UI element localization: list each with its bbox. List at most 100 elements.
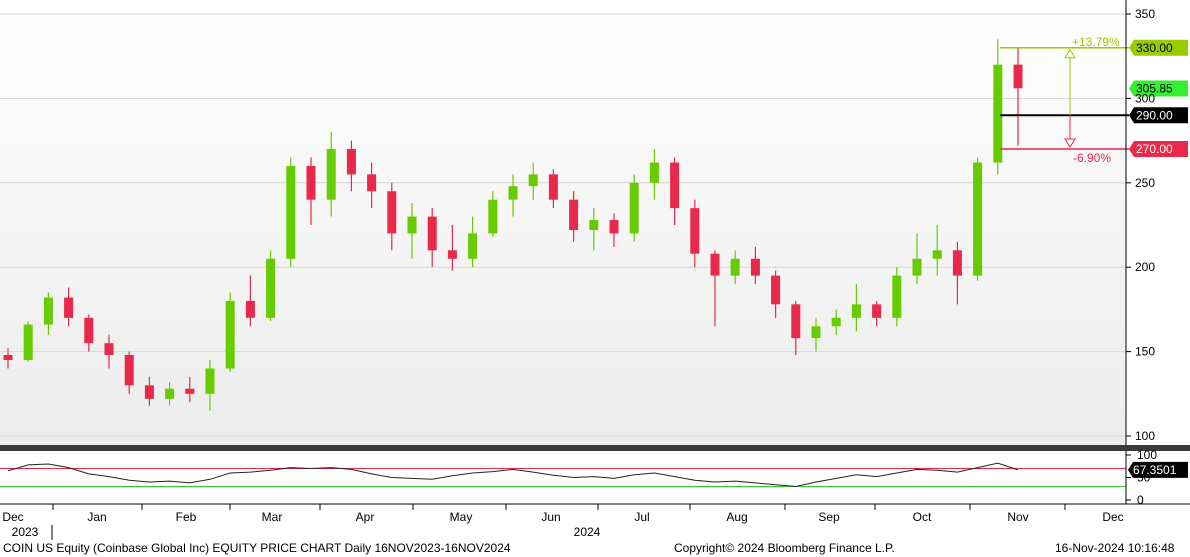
x-month-label-Feb: Feb	[176, 510, 197, 524]
candle-body	[144, 385, 154, 399]
candle-body	[730, 258, 740, 276]
candle-body	[488, 199, 498, 234]
candle-body	[872, 304, 882, 318]
candle-body	[791, 304, 801, 339]
y-tick-label-350: 350	[1135, 7, 1155, 21]
candle-body	[165, 388, 175, 399]
candle-body	[64, 297, 74, 318]
candle-body	[690, 208, 700, 254]
candle-body	[831, 317, 841, 327]
candle-body	[84, 317, 94, 344]
candle-body	[771, 275, 781, 305]
candle-body	[225, 300, 235, 369]
annotation-down-percent: -6.90%	[1073, 151, 1111, 165]
candle-body	[892, 275, 902, 318]
y-tick-label-150: 150	[1135, 345, 1155, 359]
candle-body	[286, 165, 296, 259]
candle	[973, 157, 983, 281]
y-tick-label-250: 250	[1135, 176, 1155, 190]
x-month-label-Mar: Mar	[262, 510, 283, 524]
y-tick-label-300: 300	[1135, 91, 1155, 105]
x-month-label-Nov: Nov	[1007, 510, 1028, 524]
candle-body	[528, 174, 538, 187]
candle-body	[326, 149, 336, 200]
candle-body	[670, 162, 680, 209]
level-label-290.00: 290.00	[1129, 107, 1188, 124]
candle-body	[266, 258, 276, 318]
candle-body	[548, 174, 558, 200]
candle	[892, 267, 902, 327]
y-tick-label-200: 200	[1135, 260, 1155, 274]
candle-body	[912, 258, 922, 276]
candle-body	[851, 304, 861, 318]
candle-body	[306, 165, 316, 200]
candle-body	[750, 258, 760, 276]
price-axis: 100 150 200 250 300 350	[1125, 0, 1155, 446]
x-month-label-Jun: Jun	[541, 510, 560, 524]
x-month-label-Apr: Apr	[356, 510, 375, 524]
candle-body	[185, 388, 195, 394]
candle-body	[387, 191, 397, 234]
candlestick-chart: 330.00305.85290.00270.00 +13.79%-6.90% 1…	[0, 0, 1190, 540]
x-month-label-Dec: Dec	[1102, 510, 1123, 524]
candle-body	[468, 233, 478, 259]
candle	[286, 157, 296, 268]
candle-body	[569, 199, 579, 231]
candle-body	[3, 354, 13, 361]
rsi-plot-background	[0, 451, 1126, 504]
candle-body	[609, 219, 619, 234]
annotation-up-percent: +13.79%	[1072, 35, 1120, 49]
footer-center: Copyright© 2024 Bloomberg Finance L.P.	[674, 541, 895, 555]
x-month-label-Jan: Jan	[87, 510, 106, 524]
footer: COIN US Equity (Coinbase Global Inc) EQU…	[0, 540, 1190, 557]
level-label-330.00: 330.00	[1129, 39, 1188, 56]
main-plot-background	[0, 0, 1126, 446]
candle-body	[952, 250, 962, 276]
level-label-text: 290.00	[1136, 108, 1173, 122]
candle	[629, 174, 639, 242]
candle-body	[649, 162, 659, 183]
candle-body	[205, 368, 215, 394]
candle-body	[23, 324, 33, 361]
candle	[266, 250, 276, 322]
rsi-tick-label-100: 100	[1137, 448, 1157, 462]
candle-body	[427, 216, 437, 251]
level-label-text: 330.00	[1136, 41, 1173, 55]
rsi-current-label: 67.3501	[1128, 461, 1188, 478]
candle-body	[589, 219, 599, 231]
candle	[23, 321, 33, 362]
candle-body	[973, 162, 983, 276]
candle-body	[629, 182, 639, 234]
rsi-tick-label-0: 0	[1137, 493, 1144, 507]
candle-body	[932, 250, 942, 259]
footer-right: 16-Nov-2024 10:16:48	[1055, 541, 1175, 555]
candle-body	[1013, 64, 1023, 89]
candle-body	[993, 64, 1003, 163]
x-year-label-2023: 2023	[12, 525, 39, 539]
candle-body	[346, 149, 356, 175]
candle-body	[124, 354, 134, 386]
candle-body	[407, 216, 417, 234]
rsi-current-text: 67.3501	[1133, 463, 1177, 477]
time-axis: Dec Jan Feb Mar Apr May Jun Jul Aug Sep Oct Nov Dec2…	[0, 503, 1190, 540]
candle-body	[811, 326, 821, 339]
level-label-text: 270.00	[1136, 142, 1173, 156]
candle-body	[710, 253, 720, 276]
x-month-label-Jul: Jul	[634, 510, 649, 524]
footer-left: COIN US Equity (Coinbase Global Inc) EQU…	[3, 541, 511, 555]
candle-body	[104, 343, 114, 355]
x-year-label-2024: 2024	[574, 525, 601, 539]
candle-body	[367, 174, 377, 192]
candle-body	[447, 250, 457, 259]
candle	[225, 292, 235, 372]
panel-divider	[0, 445, 1190, 451]
y-tick-label-100: 100	[1135, 429, 1155, 443]
level-label-270.00: 270.00	[1129, 141, 1188, 158]
candle-body	[508, 186, 518, 200]
x-month-label-Aug: Aug	[726, 510, 747, 524]
candle-body	[245, 300, 255, 318]
candle-body	[43, 297, 53, 325]
x-month-label-Oct: Oct	[913, 510, 932, 524]
x-month-label-Dec: Dec	[2, 510, 23, 524]
x-month-label-May: May	[450, 510, 473, 524]
